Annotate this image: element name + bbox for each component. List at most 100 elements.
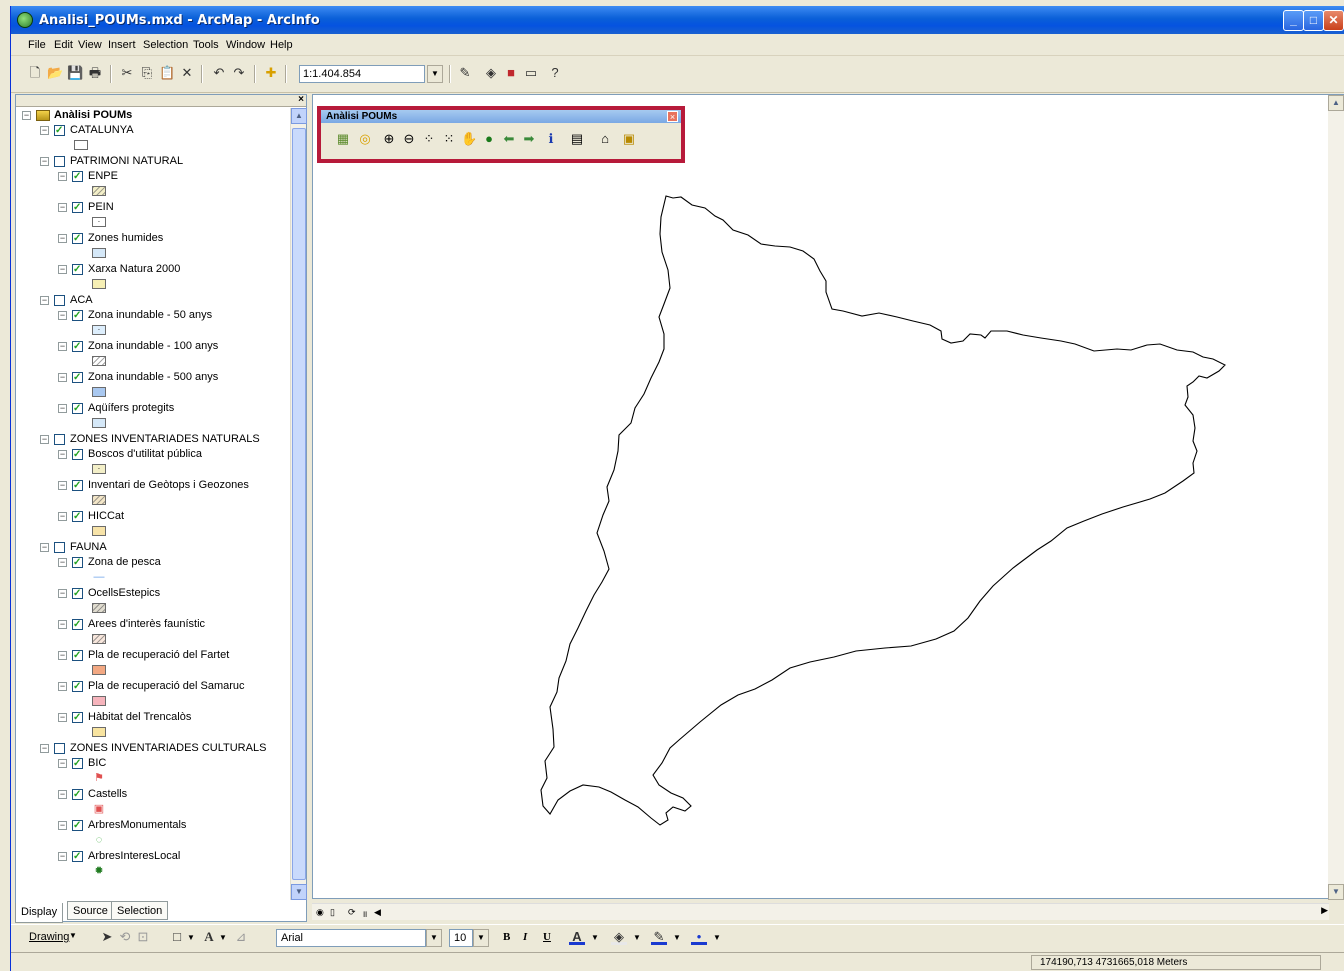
close-button[interactable]: ✕ — [1323, 10, 1344, 31]
collapse-icon[interactable]: − — [40, 743, 49, 753]
pan-hand-icon[interactable]: ✋ — [461, 131, 477, 147]
group-layer[interactable]: − FAUNA — [40, 540, 107, 555]
layer-visibility-checkbox[interactable] — [54, 433, 65, 445]
collapse-icon[interactable]: − — [40, 542, 49, 552]
collapse-icon[interactable]: − — [58, 480, 67, 490]
marker-color-icon[interactable]: • — [691, 929, 707, 945]
layer-item[interactable]: − Zona inundable - 100 anys — [58, 339, 218, 354]
marker-color-dropdown-icon[interactable]: ▼ — [713, 933, 721, 942]
collapse-icon[interactable]: − — [58, 171, 67, 181]
layer-item[interactable]: − Zona inundable - 500 anys — [58, 370, 218, 385]
cut-icon[interactable]: ✂ — [119, 65, 135, 81]
add-layer-icon[interactable]: ◎ — [357, 131, 373, 147]
collapse-icon[interactable]: − — [58, 202, 67, 212]
select-elements-icon[interactable]: ➤ — [99, 929, 115, 945]
close-icon[interactable]: × — [667, 111, 678, 122]
save-icon[interactable]: 💾 — [67, 65, 83, 81]
collapse-icon[interactable]: − — [58, 449, 67, 459]
layer-item[interactable]: − OcellsEstepics — [58, 586, 160, 601]
line-color-dropdown-icon[interactable]: ▼ — [673, 933, 681, 942]
font-size-input[interactable]: 10 — [449, 929, 473, 947]
group-layer[interactable]: − ZONES INVENTARIADES NATURALS — [40, 432, 260, 447]
font-color-icon[interactable]: A — [569, 929, 585, 945]
export-icon[interactable]: ▣ — [621, 131, 637, 147]
redo-icon[interactable]: ↷ — [231, 65, 247, 81]
collapse-icon[interactable]: − — [58, 619, 67, 629]
arccatalog-icon[interactable]: ◈ — [483, 65, 499, 81]
menu-selection[interactable]: Selection — [143, 39, 188, 51]
group-layer[interactable]: − CATALUNYA — [40, 123, 134, 138]
new-text-icon[interactable]: A — [201, 929, 217, 945]
layer-visibility-checkbox[interactable] — [72, 231, 83, 246]
open-folder-icon[interactable]: 📂 — [47, 65, 63, 81]
layer-item[interactable]: − ENPE — [58, 169, 118, 184]
menu-insert[interactable]: Insert — [108, 39, 136, 51]
pause-drawing-icon[interactable]: ॥ — [362, 907, 367, 920]
layer-item[interactable]: − Arees d'interès faunístic — [58, 617, 205, 632]
forward-arrow-icon[interactable]: ➡ — [521, 131, 537, 147]
collapse-icon[interactable]: − — [22, 110, 31, 120]
menu-view[interactable]: View — [78, 39, 102, 51]
layer-visibility-checkbox[interactable] — [72, 555, 83, 570]
layer-visibility-checkbox[interactable] — [72, 447, 83, 462]
font-size-dropdown-button[interactable]: ▼ — [473, 929, 489, 947]
layer-item[interactable]: − PEIN — [58, 200, 114, 215]
collapse-icon[interactable]: − — [40, 434, 49, 444]
collapse-icon[interactable]: − — [58, 557, 67, 567]
whats-this-help-icon[interactable]: ? — [547, 65, 563, 81]
fill-color-icon[interactable]: ◈ — [611, 929, 627, 945]
layer-item[interactable]: − BIC — [58, 756, 106, 771]
toc-scrollbar[interactable]: ▲ ▼ — [290, 108, 307, 900]
data-view-icon[interactable]: ◉ — [316, 907, 324, 918]
layer-visibility-checkbox[interactable] — [72, 401, 83, 416]
copy-icon[interactable]: ⎘ — [139, 65, 155, 81]
map-scale-input[interactable]: 1:1.404.854 — [299, 65, 425, 83]
collapse-icon[interactable]: − — [58, 310, 67, 320]
group-layer[interactable]: − PATRIMONI NATURAL — [40, 154, 183, 169]
fill-color-dropdown-icon[interactable]: ▼ — [633, 933, 641, 942]
line-color-icon[interactable]: ✎ — [651, 929, 667, 945]
edit-vertices-icon[interactable]: ⊿ — [233, 929, 249, 945]
scroll-down-icon[interactable]: ▼ — [291, 884, 307, 900]
editor-toolbar-icon[interactable]: ✎ — [457, 65, 473, 81]
refresh-icon[interactable]: ⟳ — [348, 907, 356, 918]
new-document-icon[interactable]: 🗋 — [27, 65, 43, 81]
menu-edit[interactable]: Edit — [54, 39, 73, 51]
layer-item[interactable]: − ArbresInteresLocal — [58, 849, 180, 864]
query-builder-icon[interactable]: ⌂ — [597, 131, 613, 147]
text-dropdown-icon[interactable]: ▼ — [219, 933, 227, 942]
collapse-icon[interactable]: − — [58, 650, 67, 660]
menu-window[interactable]: Window — [226, 39, 265, 51]
scroll-up-icon[interactable]: ▲ — [1328, 95, 1344, 111]
rotate-icon[interactable]: ⟲ — [117, 929, 133, 945]
underline-button[interactable]: U — [543, 931, 551, 943]
paste-icon[interactable]: 📋 — [159, 65, 175, 81]
scale-dropdown-button[interactable]: ▼ — [427, 65, 443, 83]
menu-tools[interactable]: Tools — [193, 39, 219, 51]
collapse-icon[interactable]: − — [40, 125, 49, 135]
collapse-icon[interactable]: − — [58, 681, 67, 691]
back-arrow-icon[interactable]: ⬅ — [501, 131, 517, 147]
layout-view-icon[interactable]: ▯ — [330, 907, 335, 918]
layer-visibility-checkbox[interactable] — [72, 308, 83, 323]
collapse-icon[interactable]: − — [58, 758, 67, 768]
rectangle-icon[interactable]: □ — [169, 929, 185, 945]
layer-item[interactable]: − Zona inundable - 50 anys — [58, 308, 212, 323]
layer-item[interactable]: − Pla de recuperació del Fartet — [58, 648, 229, 663]
layer-visibility-checkbox[interactable] — [72, 509, 83, 524]
collapse-icon[interactable]: − — [58, 233, 67, 243]
collapse-icon[interactable]: − — [58, 820, 67, 830]
layer-visibility-checkbox[interactable] — [72, 617, 83, 632]
map-vertical-scrollbar[interactable]: ▲ ▼ — [1328, 95, 1344, 900]
add-data-icon[interactable]: ✚ — [263, 65, 279, 81]
fixed-zoom-in-icon[interactable]: ⁘ — [421, 131, 437, 147]
drawing-dropdown-icon[interactable]: ▼ — [69, 931, 77, 940]
zoom-in-icon[interactable]: ⊕ — [381, 131, 397, 147]
collapse-icon[interactable]: − — [58, 264, 67, 274]
italic-button[interactable]: I — [523, 931, 527, 943]
toc-close-icon[interactable]: × — [298, 94, 304, 105]
attribute-table-icon[interactable]: ▤ — [569, 131, 585, 147]
layer-item[interactable]: − ArbresMonumentals — [58, 818, 186, 833]
layer-visibility-checkbox[interactable] — [72, 200, 83, 215]
scroll-left-icon[interactable]: ◀ — [374, 907, 381, 918]
